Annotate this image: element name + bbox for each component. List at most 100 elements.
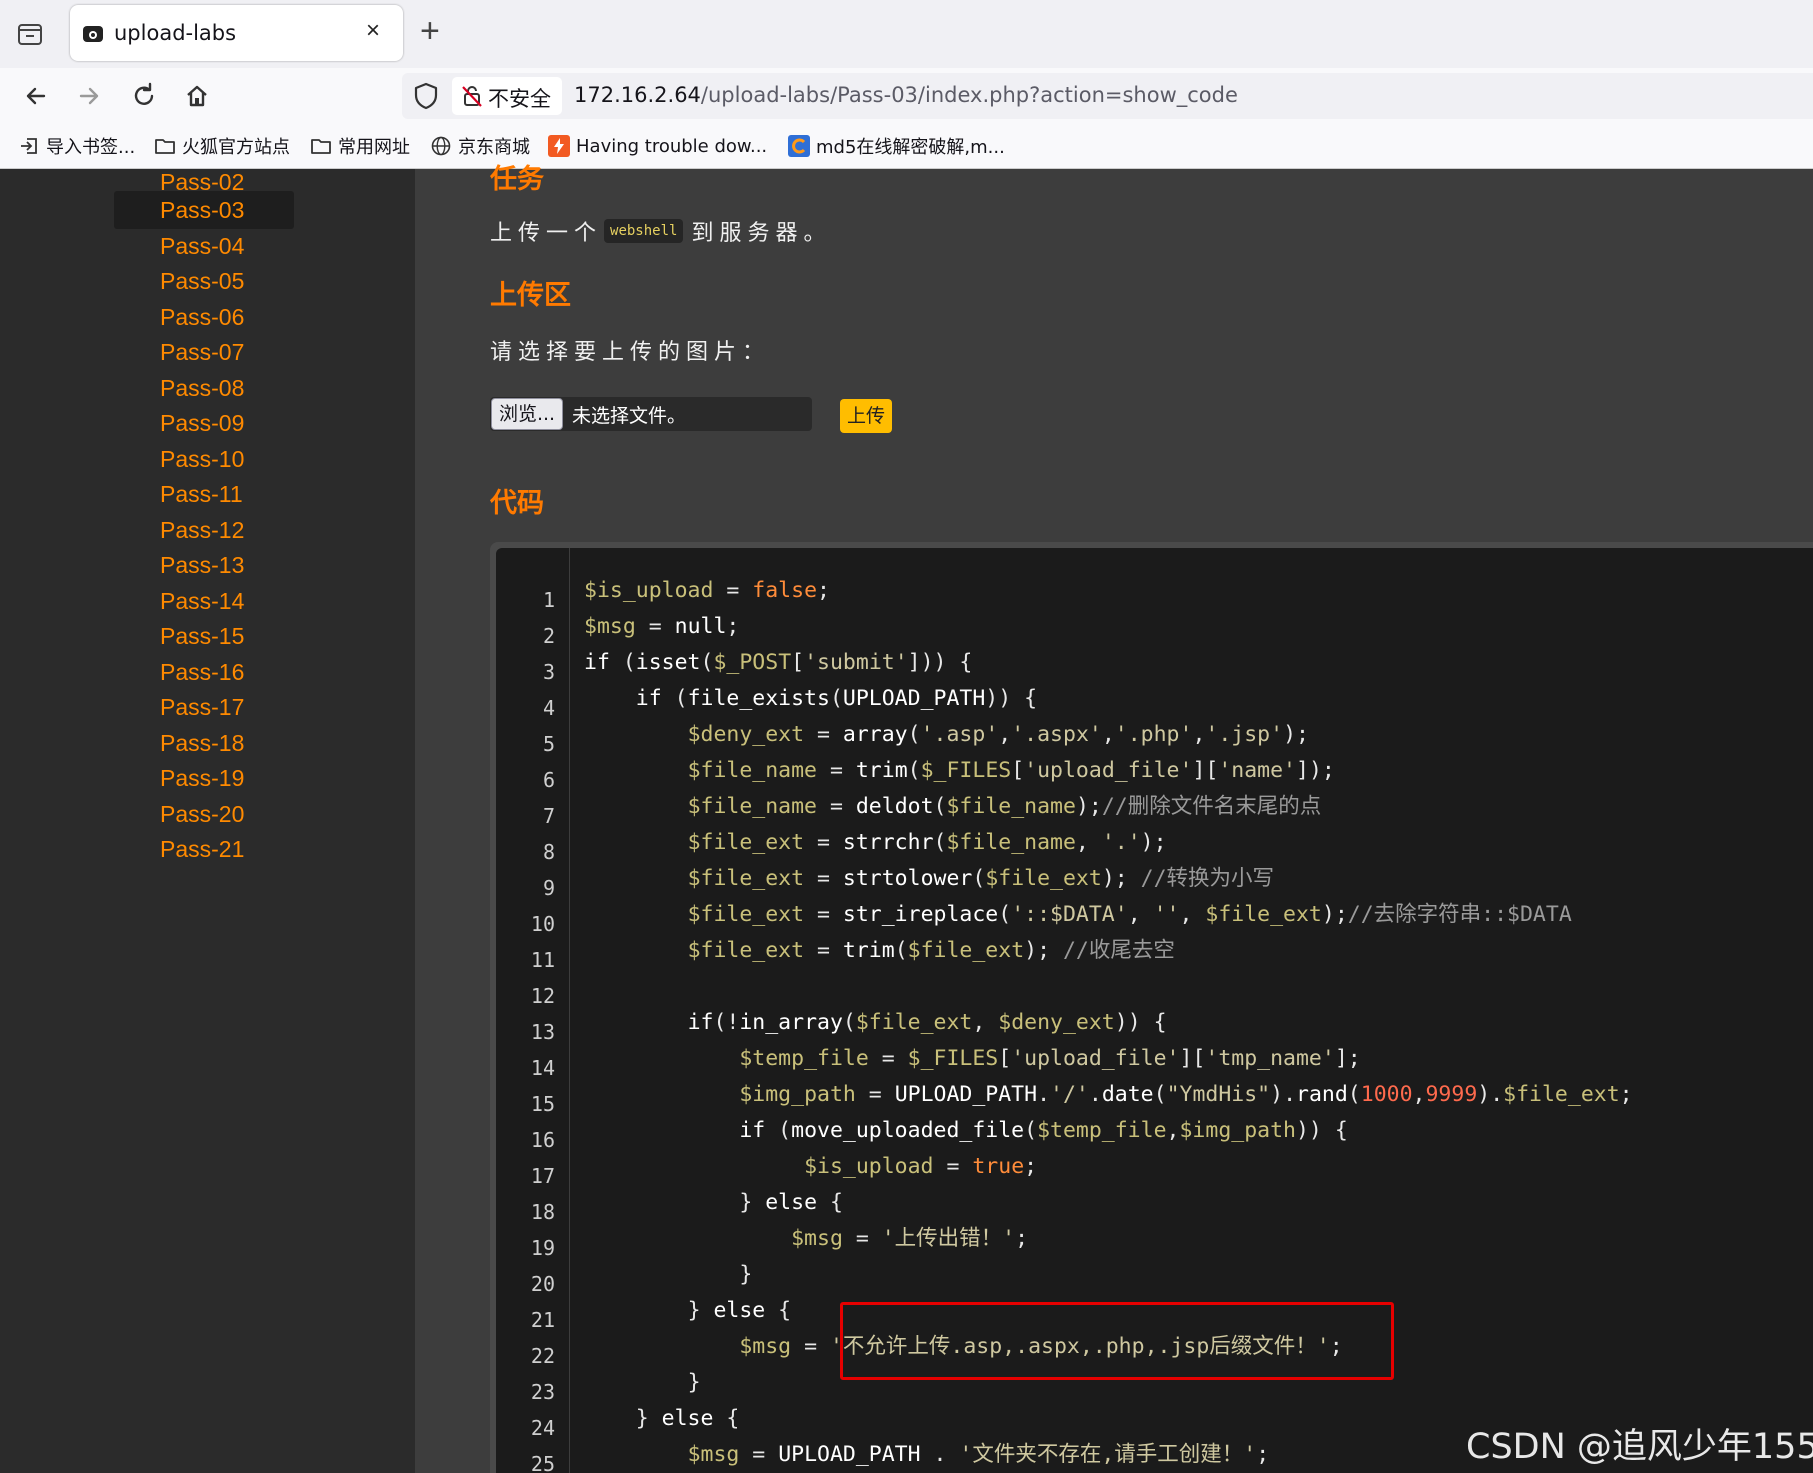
sidebar-item-pass-04[interactable]: Pass-04: [114, 227, 294, 265]
url-bar[interactable]: 不安全 172.16.2.64/upload-labs/Pass-03/inde…: [402, 73, 1813, 119]
sidebar-item-pass-11[interactable]: Pass-11: [114, 475, 294, 513]
favicon-icon: [83, 26, 103, 42]
code-line: $file_ext = strrchr($file_name, '.');: [687, 830, 1167, 855]
reload-icon[interactable]: [126, 78, 162, 114]
code-line: if (isset($_POST['submit'])) {: [584, 650, 973, 675]
line-number: 25: [530, 1452, 555, 1473]
sidebar-item-pass-10[interactable]: Pass-10: [114, 440, 294, 478]
choose-label: 请选择要上传的图片：: [490, 339, 771, 364]
sidebar-item-pass-15[interactable]: Pass-15: [114, 617, 294, 655]
sidebar: Pass-02 Pass-03 Pass-04 Pass-05 Pass-06 …: [0, 169, 415, 1473]
code-line: $msg = null;: [584, 614, 740, 639]
bookmark-having-trouble[interactable]: Having trouble dow...: [548, 132, 767, 160]
line-number: 23: [530, 1380, 555, 1404]
sidebar-item-pass-16[interactable]: Pass-16: [114, 653, 294, 691]
line-number: 15: [530, 1092, 555, 1116]
sidebar-item-pass-03[interactable]: Pass-03: [114, 191, 294, 229]
task-heading: 任务: [490, 164, 544, 194]
navigation-bar: 不安全 172.16.2.64/upload-labs/Pass-03/inde…: [0, 68, 1813, 124]
sidebar-item-pass-14[interactable]: Pass-14: [114, 582, 294, 620]
home-icon[interactable]: [179, 78, 215, 114]
code-line: if (move_uploaded_file($temp_file,$img_p…: [739, 1118, 1348, 1143]
insecure-badge[interactable]: 不安全: [452, 77, 562, 115]
sidebar-item-pass-20[interactable]: Pass-20: [114, 795, 294, 833]
folder-icon: [311, 139, 331, 154]
sidebar-item-pass-09[interactable]: Pass-09: [114, 404, 294, 442]
line-number: 24: [530, 1416, 555, 1440]
url-host: 172.16.2.64: [574, 83, 701, 107]
code-line: $is_upload = true;: [804, 1154, 1038, 1179]
line-number: 16: [530, 1128, 555, 1152]
bookmark-jd[interactable]: 京东商城: [430, 132, 530, 160]
url-text[interactable]: 172.16.2.64/upload-labs/Pass-03/index.ph…: [574, 83, 1238, 107]
tab-close-icon[interactable]: ×: [366, 19, 380, 43]
sidebar-item-pass-17[interactable]: Pass-17: [114, 688, 294, 726]
sidebar-item-pass-19[interactable]: Pass-19: [114, 759, 294, 797]
shield-icon[interactable]: [412, 81, 440, 111]
no-file-label: 未选择文件。: [572, 405, 687, 427]
line-number: 12: [530, 984, 555, 1008]
line-number: 17: [530, 1164, 555, 1188]
line-number: 22: [530, 1344, 555, 1368]
main-content: 任务 上传一个 webshell 到服务器。 上传区 请选择要上传的图片： 浏览…: [415, 164, 1813, 1473]
task-text-after: 到服务器。: [691, 220, 832, 245]
code-heading: 代码: [490, 488, 544, 518]
code-line: } else {: [687, 1298, 792, 1323]
line-number: 18: [530, 1200, 555, 1224]
broken-lock-icon: [462, 86, 482, 107]
line-number: 19: [530, 1236, 555, 1260]
folder-icon: [155, 139, 175, 154]
code-line: } else {: [635, 1406, 740, 1431]
new-tab-icon[interactable]: +: [420, 14, 440, 48]
sidebar-item-pass-13[interactable]: Pass-13: [114, 546, 294, 584]
code-line: $deny_ext = array('.asp','.aspx','.php',…: [687, 722, 1309, 747]
sidebar-item-pass-12[interactable]: Pass-12: [114, 511, 294, 549]
sidebar-item-pass-21[interactable]: Pass-21: [114, 830, 294, 868]
file-input[interactable]: 浏览... 未选择文件。: [490, 397, 812, 431]
task-description: 上传一个 webshell 到服务器。: [490, 215, 831, 247]
back-icon[interactable]: [18, 78, 54, 114]
code-line: $file_ext = str_ireplace('::$DATA', '', …: [687, 902, 1572, 927]
sidebar-item-pass-08[interactable]: Pass-08: [114, 369, 294, 407]
sidebar-item-pass-05[interactable]: Pass-05: [114, 262, 294, 300]
tab-list-icon[interactable]: [14, 18, 46, 50]
code-line: }: [687, 1370, 701, 1395]
import-icon: [21, 138, 37, 154]
code-line: } else {: [739, 1190, 843, 1215]
sidebar-item-pass-06[interactable]: Pass-06: [114, 298, 294, 336]
bookmark-import[interactable]: 导入书签...: [18, 132, 135, 160]
url-path: /upload-labs/Pass-03/index.php?action=sh…: [700, 83, 1238, 107]
md5-site-icon: [788, 135, 810, 157]
code-line: if (file_exists(UPLOAD_PATH)) {: [635, 686, 1038, 711]
webshell-code-tag: webshell: [604, 219, 684, 243]
line-number: 9: [542, 876, 555, 900]
globe-icon: [431, 136, 451, 156]
line-number: 7: [542, 804, 555, 828]
line-number: 13: [530, 1020, 555, 1044]
line-number: 8: [542, 840, 555, 864]
line-number: 14: [530, 1056, 555, 1080]
code-line: $file_name = trim($_FILES['upload_file']…: [687, 758, 1335, 783]
code-line: $msg = UPLOAD_PATH . '文件夹不存在,请手工创建！';: [687, 1442, 1270, 1467]
code-line: $temp_file = $_FILES['upload_file']['tmp…: [739, 1046, 1361, 1071]
upload-button[interactable]: 上传: [840, 399, 892, 433]
sidebar-item-pass-18[interactable]: Pass-18: [114, 724, 294, 762]
bookmark-common-sites[interactable]: 常用网址: [310, 132, 410, 160]
line-number: 6: [542, 768, 555, 792]
line-number: 3: [542, 660, 555, 684]
forward-icon[interactable]: [71, 78, 107, 114]
line-number: 20: [530, 1272, 555, 1296]
sidebar-item-pass-07[interactable]: Pass-07: [114, 333, 294, 371]
line-number-gutter: 1 2 3 4 5 6 7 8 9 10 11 12 13 14 15 16 1…: [496, 548, 570, 1473]
task-text-before: 上传一个: [490, 220, 603, 245]
code-line: $file_name = deldot($file_name);//删除文件名末…: [687, 794, 1322, 819]
tab-upload-labs[interactable]: upload-labs ×: [70, 5, 403, 61]
bookmark-md5[interactable]: md5在线解密破解,m...: [788, 132, 1005, 160]
browse-button[interactable]: 浏览...: [491, 398, 563, 430]
line-number: 5: [542, 732, 555, 756]
browser-chrome: upload-labs × + 不安全 172.16.2.64/upload-l…: [0, 0, 1813, 169]
bookmark-firefox-official[interactable]: 火狐官方站点: [154, 132, 290, 160]
line-number: 21: [530, 1308, 555, 1332]
code-line: $file_ext = trim($file_ext); //收尾去空: [687, 938, 1175, 963]
line-number: 1: [542, 588, 555, 612]
